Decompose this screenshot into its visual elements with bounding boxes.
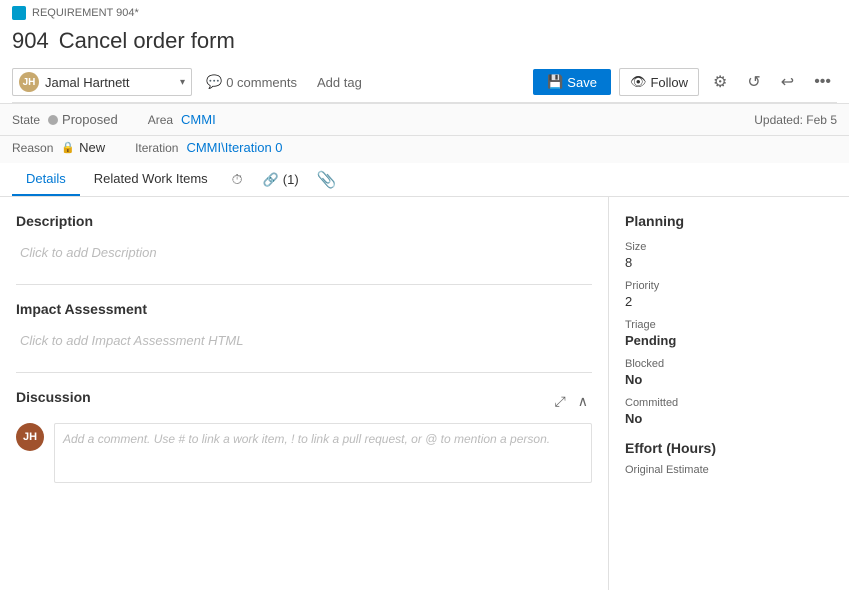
work-item-id: 904 [12, 28, 49, 54]
triage-field: Triage Pending [625, 319, 833, 348]
save-button[interactable]: 💾 Save [533, 69, 611, 95]
comments-button[interactable]: 💬 0 comments [200, 71, 303, 93]
refresh-button[interactable]: ↺ [741, 68, 766, 96]
size-label: Size [625, 241, 833, 253]
expand-icon-button[interactable]: ⤢ [551, 391, 570, 412]
assignee-dropdown[interactable]: JH Jamal Hartnett ▾ [12, 68, 192, 96]
discussion-title: Discussion [16, 389, 91, 405]
left-panel: Description Click to add Description Imp… [0, 197, 609, 590]
undo-button[interactable]: ↩ [775, 68, 800, 96]
comment-row: JH Add a comment. Use # to link a work i… [16, 423, 592, 483]
requirement-icon [12, 6, 26, 20]
triage-label: Triage [625, 319, 833, 331]
state-label: State [12, 113, 40, 127]
comment-icon: 💬 [206, 74, 222, 90]
triage-value[interactable]: Pending [625, 333, 833, 348]
area-label: Area [148, 113, 173, 127]
priority-field: Priority 2 [625, 280, 833, 309]
collapse-icon-button[interactable]: ∧ [574, 391, 592, 412]
assignee-avatar: JH [19, 72, 39, 92]
tab-details[interactable]: Details [12, 163, 80, 196]
iteration-label: Iteration [135, 141, 178, 155]
reason-value: 🔒 New [61, 140, 105, 155]
committed-field: Committed No [625, 397, 833, 426]
blocked-label: Blocked [625, 358, 833, 370]
tab-related-work-items[interactable]: Related Work Items [80, 163, 222, 196]
impact-divider [16, 372, 592, 373]
description-title: Description [16, 213, 592, 229]
impact-placeholder[interactable]: Click to add Impact Assessment HTML [16, 325, 592, 356]
breadcrumb: REQUIREMENT 904* [12, 6, 837, 24]
meta-row-2: Reason 🔒 New Iteration CMMI\Iteration 0 [0, 136, 849, 163]
impact-title: Impact Assessment [16, 301, 592, 317]
link-count: (1) [283, 172, 299, 187]
comment-count: 0 comments [226, 75, 297, 90]
save-label: Save [567, 75, 597, 90]
state-value: Proposed [48, 112, 118, 127]
iteration-value[interactable]: CMMI\Iteration 0 [186, 140, 282, 155]
tabs-row: Details Related Work Items ⏱ 🔗 (1) 📎 [0, 163, 849, 197]
dropdown-arrow-icon: ▾ [180, 77, 185, 88]
description-placeholder[interactable]: Click to add Description [16, 237, 592, 268]
priority-value[interactable]: 2 [625, 294, 833, 309]
planning-title: Planning [625, 213, 833, 229]
work-item-title: Cancel order form [59, 28, 235, 54]
link-icon: 🔗 [263, 172, 279, 188]
committed-value[interactable]: No [625, 411, 833, 426]
original-estimate-field: Original Estimate [625, 464, 833, 476]
reason-label: Reason [12, 141, 53, 155]
add-tag-button[interactable]: Add tag [311, 72, 368, 93]
follow-label: Follow [650, 75, 688, 90]
breadcrumb-text: REQUIREMENT 904* [32, 7, 139, 19]
lock-icon: 🔒 [61, 141, 75, 154]
assignee-name: Jamal Hartnett [45, 75, 174, 90]
state-dot-icon [48, 115, 58, 125]
top-bar: REQUIREMENT 904* 904 Cancel order form J… [0, 0, 849, 163]
area-value[interactable]: CMMI [181, 112, 216, 127]
blocked-value[interactable]: No [625, 372, 833, 387]
right-panel: Planning Size 8 Priority 2 Triage Pendin… [609, 197, 849, 590]
committed-label: Committed [625, 397, 833, 409]
description-divider [16, 284, 592, 285]
blocked-field: Blocked No [625, 358, 833, 387]
settings-button[interactable]: ⚙ [707, 68, 733, 96]
size-value[interactable]: 8 [625, 255, 833, 270]
meta-row-1: State Proposed Area CMMI Updated: Feb 5 [0, 104, 849, 136]
comment-input[interactable]: Add a comment. Use # to link a work item… [54, 423, 592, 483]
updated-text: Updated: Feb 5 [754, 113, 837, 127]
original-estimate-label: Original Estimate [625, 464, 833, 476]
discussion-actions: ⤢ ∧ [551, 391, 592, 412]
more-button[interactable]: ••• [808, 69, 837, 95]
links-button[interactable]: 🔗 (1) [253, 166, 309, 194]
follow-button[interactable]: 👁 Follow [619, 68, 699, 96]
eye-icon: 👁 [630, 74, 647, 90]
action-bar: JH Jamal Hartnett ▾ 💬 0 comments Add tag… [12, 62, 837, 103]
main-content: Description Click to add Description Imp… [0, 197, 849, 590]
effort-title: Effort (Hours) [625, 440, 833, 456]
attachments-button[interactable]: 📎 [309, 164, 345, 196]
save-icon: 💾 [547, 74, 563, 90]
size-field: Size 8 [625, 241, 833, 270]
comment-avatar: JH [16, 423, 44, 451]
priority-label: Priority [625, 280, 833, 292]
history-icon-button[interactable]: ⏱ [222, 165, 253, 194]
